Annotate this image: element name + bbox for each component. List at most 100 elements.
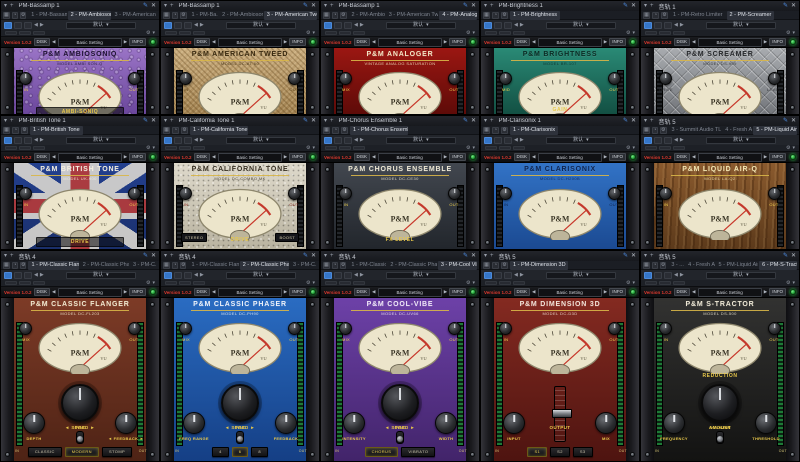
routing-icon[interactable]: ⚙ xyxy=(340,262,346,269)
grid-view-icon[interactable]: ▦ xyxy=(323,127,330,134)
disk-button[interactable]: DISK xyxy=(514,288,531,296)
preset-prev-button[interactable]: ◀ xyxy=(212,289,215,295)
preset-next-button[interactable]: ▶ xyxy=(604,154,607,160)
add-plugin-icon[interactable]: + xyxy=(170,251,174,261)
info-button[interactable]: INFO xyxy=(289,288,306,296)
preset-mini-button[interactable] xyxy=(19,31,31,35)
preset-prev-button[interactable]: ◀ xyxy=(692,289,695,295)
mode-button[interactable]: S3 xyxy=(573,447,593,457)
preset-name[interactable]: Basic Setting xyxy=(58,153,122,162)
info-button[interactable]: INFO xyxy=(769,288,786,296)
preset-mini-button[interactable] xyxy=(499,281,511,285)
generic-view-icon[interactable] xyxy=(654,137,662,144)
input-knob[interactable] xyxy=(659,187,672,200)
output-knob[interactable] xyxy=(448,187,461,200)
preset-name[interactable]: Basic Setting xyxy=(218,38,282,47)
generic-view-icon[interactable] xyxy=(494,22,502,29)
gear-icon[interactable]: ⚙ xyxy=(306,30,310,37)
close-icon[interactable]: ✕ xyxy=(151,116,156,126)
next-preset-icon[interactable]: ▶ xyxy=(680,272,684,278)
preset-mini-button[interactable] xyxy=(339,146,351,150)
prev-preset-icon[interactable]: ◀ xyxy=(34,137,38,143)
preset-dropdown[interactable]: 默认 ▾ xyxy=(546,137,616,144)
close-icon[interactable]: ✕ xyxy=(471,1,476,11)
preset-name[interactable]: Basic Setting xyxy=(538,38,602,47)
edit-icon[interactable]: ✎ xyxy=(783,251,788,261)
gear-icon[interactable]: ⚙ xyxy=(626,145,630,152)
power-led[interactable] xyxy=(790,39,796,45)
output-knob[interactable] xyxy=(768,187,781,200)
output-knob[interactable] xyxy=(768,72,781,85)
editor-toggle-icon[interactable] xyxy=(484,137,492,144)
power-led[interactable] xyxy=(630,289,636,295)
routing-icon[interactable]: ⚙ xyxy=(180,12,186,19)
preset-name[interactable]: Basic Setting xyxy=(378,288,442,297)
preset-dropdown[interactable]: 默认 ▾ xyxy=(706,272,776,279)
collapse-icon[interactable]: ▾ xyxy=(484,116,487,126)
right-small-knob[interactable] xyxy=(275,412,297,434)
preset-prev-button[interactable]: ◀ xyxy=(692,154,695,160)
preset-next-button[interactable]: ▶ xyxy=(444,289,447,295)
add-plugin-icon[interactable]: + xyxy=(650,251,654,261)
next-preset-icon[interactable]: ▶ xyxy=(520,22,524,28)
input-knob[interactable] xyxy=(499,187,512,200)
chevron-down-icon[interactable]: ▾ xyxy=(152,30,155,37)
mode-button[interactable]: STOMP xyxy=(102,447,132,457)
info-button[interactable]: INFO xyxy=(769,38,786,46)
next-preset-icon[interactable]: ▶ xyxy=(200,137,204,143)
file-icon[interactable] xyxy=(664,137,672,144)
plugin-tab[interactable]: 3 - PM-American T... xyxy=(112,11,157,20)
plugin-tab[interactable]: 1 - PM-California Tone xyxy=(190,126,248,135)
preset-mini-button[interactable] xyxy=(485,146,497,150)
info-button[interactable]: INFO xyxy=(129,38,146,46)
editor-toggle-icon[interactable] xyxy=(644,272,652,279)
preset-mini-button[interactable] xyxy=(165,31,177,35)
output-knob[interactable] xyxy=(128,72,141,85)
disk-button[interactable]: DISK xyxy=(34,38,51,46)
editor-toggle-icon[interactable] xyxy=(324,272,332,279)
plugin-tab[interactable]: 5 - PM-Liquid Air-Q xyxy=(753,126,797,135)
preset-mini-button[interactable] xyxy=(485,31,497,35)
power-led[interactable] xyxy=(630,39,636,45)
preset-mini-button[interactable] xyxy=(673,281,685,285)
grid-view-icon[interactable]: ▦ xyxy=(643,127,650,134)
prev-preset-icon[interactable]: ◀ xyxy=(354,22,358,28)
file-icon[interactable] xyxy=(664,22,672,29)
info-button[interactable]: INFO xyxy=(449,38,466,46)
mode-button[interactable]: S2 xyxy=(550,447,570,457)
info-button[interactable]: INFO xyxy=(769,153,786,161)
power-led[interactable] xyxy=(150,289,156,295)
disk-button[interactable]: DISK xyxy=(674,153,691,161)
next-preset-icon[interactable]: ▶ xyxy=(200,22,204,28)
left-small-knob[interactable] xyxy=(183,412,205,434)
routing-icon[interactable]: ⚙ xyxy=(20,262,26,269)
output-knob[interactable] xyxy=(288,322,301,335)
preset-mini-button[interactable] xyxy=(179,146,191,150)
preset-mini-button[interactable] xyxy=(659,146,671,150)
chevron-down-icon[interactable]: ▾ xyxy=(792,145,795,152)
plugin-tab[interactable]: 1 - PM-Classic... xyxy=(348,261,386,270)
preset-mini-button[interactable] xyxy=(165,146,177,150)
bypass-icon[interactable]: ◔ xyxy=(332,12,338,19)
next-preset-icon[interactable]: ▶ xyxy=(360,22,364,28)
preset-dropdown[interactable]: 默认 ▾ xyxy=(226,22,296,29)
prev-preset-icon[interactable]: ◀ xyxy=(514,22,518,28)
gear-icon[interactable]: ⚙ xyxy=(786,30,790,37)
chevron-down-icon[interactable]: ▾ xyxy=(472,145,475,152)
bypass-icon[interactable]: ◔ xyxy=(492,12,499,19)
collapse-icon[interactable]: ▾ xyxy=(324,251,327,261)
plugin-tab[interactable]: 4 - Fresh Air xyxy=(722,126,752,135)
preset-dropdown[interactable]: 默认 ▾ xyxy=(386,22,456,29)
plugin-tab[interactable]: 3 - Summit Audio TLA... xyxy=(669,126,722,135)
generic-view-icon[interactable] xyxy=(174,137,182,144)
preset-mini-button[interactable] xyxy=(353,281,365,285)
plugin-tab[interactable]: 2 - PM-Classic Phaser xyxy=(387,261,436,270)
close-icon[interactable]: ✕ xyxy=(471,251,476,261)
plugin-tab[interactable]: 2 - PM-Ambio... xyxy=(349,11,385,20)
input-knob[interactable] xyxy=(659,322,672,335)
left-small-knob[interactable] xyxy=(23,412,45,434)
preset-prev-button[interactable]: ◀ xyxy=(52,289,55,295)
file-icon[interactable] xyxy=(24,22,32,29)
mode-button[interactable]: 8 xyxy=(251,447,268,457)
preset-mini-button[interactable] xyxy=(325,31,337,35)
